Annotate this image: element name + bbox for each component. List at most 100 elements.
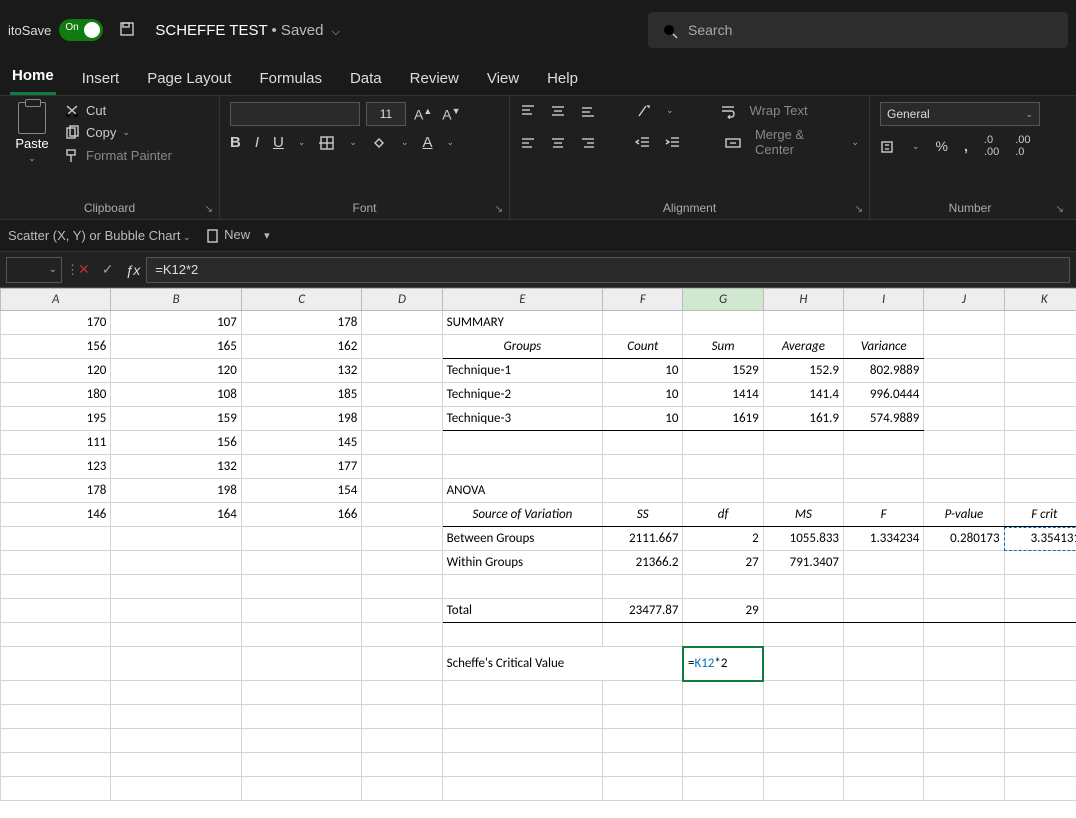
cell[interactable]: 159 [111,407,241,431]
format-painter-button[interactable]: Format Painter [64,147,172,164]
cell[interactable] [924,311,1004,335]
cell[interactable]: 178 [241,311,361,335]
align-bottom-icon[interactable] [580,102,596,119]
cell[interactable] [1,551,111,575]
cell[interactable] [844,777,924,801]
increase-font-icon[interactable]: A▲ [412,106,434,123]
copy-button[interactable]: Copy ⌄ [64,125,172,142]
tab-data[interactable]: Data [348,64,384,95]
table-row[interactable]: 156 165 162 Groups Count Sum Average Var… [1,335,1076,359]
cell[interactable] [763,431,843,455]
cell[interactable] [763,681,843,705]
cell[interactable] [1004,455,1076,479]
cell[interactable]: 1529 [683,359,763,383]
cell[interactable] [924,623,1004,647]
chevron-down-icon[interactable]: ⌄ [122,127,130,138]
cell[interactable] [362,647,442,681]
spreadsheet-grid[interactable]: A B C D E F G H I J K 170 107 178 SUMMAR… [0,288,1076,818]
cell[interactable] [924,359,1004,383]
active-cell-editing[interactable]: =K12*2 [683,647,763,681]
cell[interactable] [1,777,111,801]
cell[interactable]: 180 [1,383,111,407]
cell[interactable]: Between Groups [442,527,603,551]
anova-total-label[interactable]: Total [442,599,603,623]
col-header-j[interactable]: J [924,289,1004,311]
col-header-i[interactable]: I [844,289,924,311]
new-button[interactable]: New [205,227,251,244]
cell[interactable]: 111 [1,431,111,455]
cell[interactable] [111,705,241,729]
formula-input[interactable]: =K12*2 [146,257,1070,283]
cell[interactable] [442,431,603,455]
cell[interactable]: 2111.667 [603,527,683,551]
cell[interactable] [1,623,111,647]
cell[interactable] [763,705,843,729]
save-icon[interactable] [119,20,139,40]
cell[interactable] [1,647,111,681]
cell[interactable] [362,623,442,647]
cell[interactable] [1004,705,1076,729]
underline-button[interactable]: U [273,134,284,151]
cell[interactable] [362,335,442,359]
cell[interactable] [111,753,241,777]
cell[interactable] [241,753,361,777]
cell[interactable] [1004,729,1076,753]
cell[interactable]: 170 [1,311,111,335]
cell[interactable] [683,777,763,801]
anova-col-source[interactable]: Source of Variation [442,503,603,527]
cell[interactable] [111,623,241,647]
cell[interactable] [1,599,111,623]
col-header-e[interactable]: E [442,289,603,311]
cell[interactable] [763,777,843,801]
cell[interactable] [362,359,442,383]
fill-color-button[interactable] [371,134,387,151]
cancel-formula-icon[interactable]: ✕ [72,261,96,278]
cell[interactable] [924,479,1004,503]
table-row[interactable]: 146 164 166 Source of Variation SS df MS… [1,503,1076,527]
wrap-text-label[interactable]: Wrap Text [750,103,808,118]
align-right-icon[interactable] [580,134,596,151]
cell[interactable] [111,777,241,801]
cell[interactable] [362,311,442,335]
scheffe-label[interactable]: Scheffe's Critical Value [442,647,683,681]
cell[interactable] [442,623,603,647]
cell[interactable] [362,527,442,551]
cell[interactable] [1004,551,1076,575]
italic-button[interactable]: I [255,134,259,151]
cell[interactable]: 107 [111,311,241,335]
chevron-down-icon[interactable]: ⌄ [851,137,859,148]
cell[interactable] [1004,359,1076,383]
summary-col-groups[interactable]: Groups [442,335,603,359]
number-format-combo[interactable]: General ⌄ [880,102,1040,126]
cell[interactable] [924,599,1004,623]
cell[interactable] [362,383,442,407]
table-row[interactable] [1,575,1076,599]
cell[interactable] [1,729,111,753]
cell[interactable] [924,455,1004,479]
cell[interactable] [241,777,361,801]
tab-insert[interactable]: Insert [80,64,122,95]
cell[interactable] [683,431,763,455]
cell[interactable] [603,311,683,335]
cell[interactable]: 1055.833 [763,527,843,551]
cell[interactable]: 108 [111,383,241,407]
cell[interactable]: 152.9 [763,359,843,383]
cell[interactable] [763,455,843,479]
cell[interactable]: 10 [603,383,683,407]
cell[interactable] [603,455,683,479]
cell[interactable]: 132 [241,359,361,383]
cell[interactable] [111,729,241,753]
cell[interactable]: 162 [241,335,361,359]
cell[interactable] [683,479,763,503]
percent-button[interactable]: % [936,138,948,154]
cell[interactable] [362,777,442,801]
cell[interactable] [362,599,442,623]
cell[interactable]: 198 [111,479,241,503]
autosave-toggle[interactable]: On [59,19,103,41]
cell[interactable] [241,623,361,647]
cell[interactable] [362,575,442,599]
cell[interactable]: 156 [111,431,241,455]
table-row[interactable]: 195 159 198 Technique-3 10 1619 161.9 57… [1,407,1076,431]
cell[interactable] [844,681,924,705]
cell[interactable] [241,599,361,623]
